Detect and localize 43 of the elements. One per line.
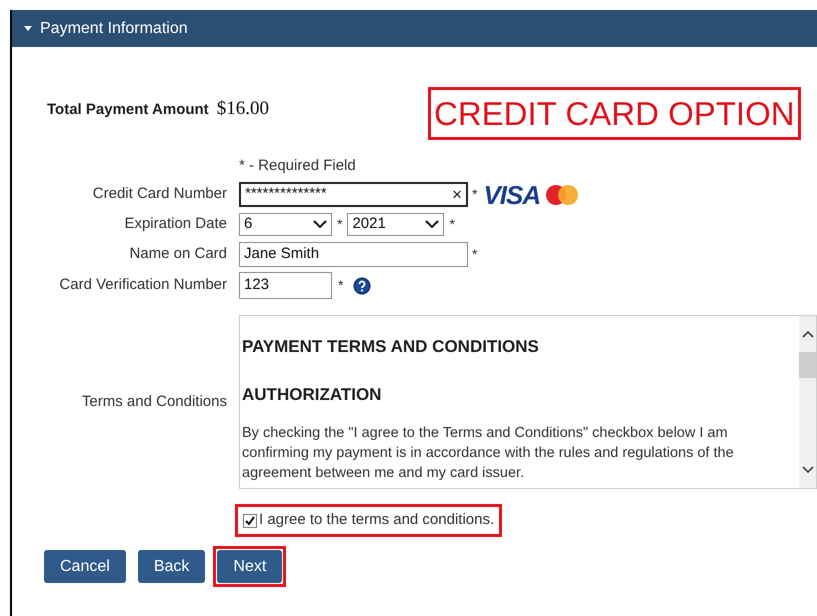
form-button[interactable]: Cancel xyxy=(44,550,126,583)
form-button[interactable]: Next xyxy=(217,550,282,583)
chevron-down-icon xyxy=(313,220,327,229)
field-label: Credit Card Number xyxy=(92,184,227,204)
select-field[interactable]: 6 xyxy=(239,213,332,236)
terms-subheading: AUTHORIZATION xyxy=(242,384,382,406)
panel-title: Payment Information xyxy=(40,18,188,38)
required-mark: * xyxy=(338,276,344,292)
scroll-thumb[interactable] xyxy=(799,352,816,378)
required-mark: * xyxy=(472,246,478,262)
form-button[interactable]: Back xyxy=(138,550,206,583)
total-label: Total Payment Amount xyxy=(47,100,209,120)
text-input[interactable]: Jane Smith xyxy=(239,242,468,267)
required-mark: * xyxy=(449,216,455,232)
clear-button[interactable]: × xyxy=(452,182,462,208)
field-label: Terms and Conditions xyxy=(82,392,227,412)
chevron-up-icon[interactable] xyxy=(802,330,814,338)
field-label: Card Verification Number xyxy=(59,275,227,296)
input-value: ************** xyxy=(245,184,327,204)
terms-heading: PAYMENT TERMS AND CONDITIONS xyxy=(242,336,540,358)
caret-down-icon xyxy=(24,26,32,31)
help-icon[interactable] xyxy=(353,276,372,294)
required-mark: * xyxy=(337,216,342,232)
chevron-down-icon[interactable] xyxy=(802,466,814,474)
field-label: Name on Card xyxy=(129,244,227,264)
text-input[interactable]: 123 xyxy=(239,272,332,299)
annotation-label: CREDIT CARD OPTION xyxy=(428,87,801,140)
select-field[interactable]: 2021 xyxy=(347,213,444,236)
agree-checkbox-row[interactable]: I agree to the terms and conditions. xyxy=(235,504,502,537)
scrollbar[interactable] xyxy=(799,316,816,488)
checkbox[interactable] xyxy=(243,514,257,528)
total-amount: $16.00 xyxy=(216,96,269,120)
input-value: Jane Smith xyxy=(244,244,320,264)
card-brand-logo: VISA xyxy=(483,182,540,208)
panel-header[interactable]: Payment Information xyxy=(12,10,817,47)
terms-text: By checking the "I agree to the Terms and Conditions" checkbox below I am confirming my payment is in accordance with the rules and regulations of the agreement between me and my card issuer. xyxy=(242,424,735,483)
required-note: * - Required Field xyxy=(239,156,356,176)
field-label: Expiration Date xyxy=(124,214,227,234)
text-input[interactable]: ************** × xyxy=(239,182,468,207)
card-logo-icon xyxy=(544,184,580,206)
required-mark: * xyxy=(472,186,478,202)
chevron-down-icon xyxy=(425,220,440,229)
agree-label: I agree to the terms and conditions. xyxy=(259,510,494,530)
